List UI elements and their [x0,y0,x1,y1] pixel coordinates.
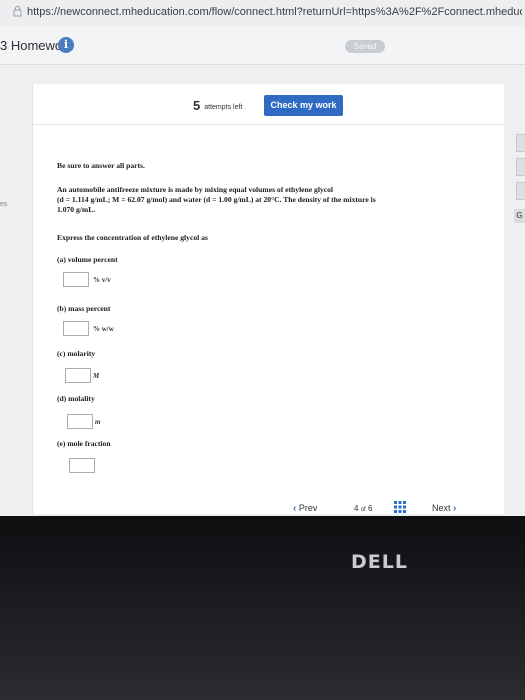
part-c-label: (c) molarity [57,349,96,358]
grid-icon[interactable] [394,501,406,513]
problem-line-3: 1.070 g/mL. [57,205,96,214]
right-edge-fragment[interactable]: G [514,209,525,223]
molarity-unit: M [93,372,100,380]
instruction-text: Be sure to answer all parts. [57,161,145,170]
monitor-bezel [0,516,525,700]
attempts-count: 5 [193,98,201,113]
page-of: of [360,507,366,513]
chevron-left-icon: ‹ [293,503,297,514]
top-navigation: 3 Homework i Saved [0,26,525,65]
lock-icon [13,5,22,17]
prev-button[interactable]: ‹ Prev [293,503,317,514]
question-toolbar: 5 attempts left Check my work [33,84,504,125]
attempts-left: 5 attempts left [193,98,242,113]
page-current: 4 [354,504,359,513]
next-button[interactable]: Next › [432,503,456,514]
right-edge-tab[interactable] [516,134,525,152]
browser-url-bar[interactable]: https://newconnect.mheducation.com/flow/… [0,0,525,27]
right-edge-tab[interactable] [516,182,525,200]
right-edge-tab[interactable] [516,158,525,176]
info-icon[interactable]: i [58,37,74,53]
part-a-label: (a) volume percent [57,255,118,264]
mass-percent-unit: % w/w [93,325,114,333]
prompt-text: Express the concentration of ethylene gl… [57,233,208,242]
molality-input[interactable] [67,414,93,429]
problem-line-2: (d = 1.114 g/mL; M = 62.07 g/mol) and wa… [57,195,376,204]
molarity-input[interactable] [65,368,91,383]
part-b-label: (b) mass percent [57,304,111,313]
left-edge-fragment: es [0,201,8,208]
part-d-label: (d) molality [57,394,95,403]
prev-label: Prev [298,503,318,513]
chevron-right-icon: › [453,503,457,514]
url-text[interactable]: https://newconnect.mheducation.com/flow/… [27,6,522,18]
question-card: 5 attempts left Check my work Be sure to … [32,84,504,514]
saved-status-badge: Saved [345,40,385,53]
molality-unit: m [95,418,101,426]
mass-percent-input[interactable] [63,321,89,336]
next-label: Next [432,503,451,513]
page: 3 Homework i Saved es G 5 attempts left C… [0,26,525,542]
part-e-label: (e) mole fraction [57,439,111,448]
dell-logo: DELL [351,551,408,573]
mole-fraction-input[interactable] [69,458,95,473]
volume-percent-unit: % v/v [93,276,111,284]
page-indicator: 4 of 6 [354,504,372,513]
attempts-label: attempts left [204,104,243,111]
page-total: 6 [367,504,373,513]
check-my-work-button[interactable]: Check my work [264,95,343,116]
problem-line-1: An automobile antifreeze mixture is made… [57,185,334,194]
volume-percent-input[interactable] [63,272,89,287]
